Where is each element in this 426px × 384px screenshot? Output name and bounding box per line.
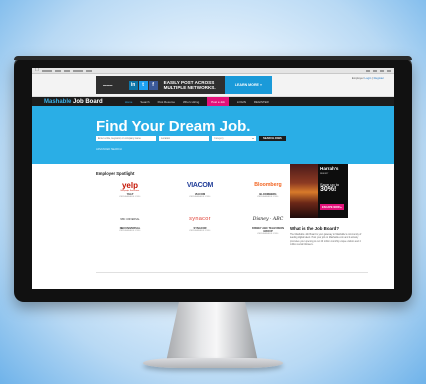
location-input[interactable] [159, 136, 209, 141]
view-jobs-link[interactable]: VIEW AVAILABLE JOBS › [181, 196, 219, 199]
nav-post-resume[interactable]: Post Resume [158, 100, 175, 104]
post-job-button[interactable]: Post a Job [207, 96, 229, 107]
search-row: Category SEARCH JOBS [96, 136, 286, 141]
site-logo[interactable]: Mashable Job Board [44, 99, 103, 105]
employer-logo: yelp [121, 180, 138, 190]
employer-card[interactable]: Bloomberg BLOOMBERG VIEW AVAILABLE JOBS … [249, 179, 287, 199]
status-icon[interactable] [380, 69, 384, 72]
ad-logo: ▬▬▬ [103, 83, 113, 87]
about-title: What is the Job Board? [290, 226, 340, 231]
social-icons: in t f [128, 80, 158, 90]
chevron-down-icon [252, 138, 254, 139]
nav-login[interactable]: LOGIN [237, 100, 246, 104]
ad-brand: Harrah's RESORT [320, 166, 339, 175]
menu-item[interactable] [54, 69, 61, 72]
escape-now-button[interactable]: ESCAPE NOW ▸ [320, 204, 344, 210]
linkedin-icon: in [128, 80, 138, 90]
status-icon[interactable] [373, 69, 377, 72]
spotlight-title: Employer Spotlight [96, 171, 135, 176]
monitor-bezel [14, 56, 412, 60]
about-box: What is the Job Board? The Mashable Job … [290, 226, 362, 248]
category-select[interactable]: Category [212, 136, 256, 141]
employer-card[interactable]: yelp Real people. Real reviews. YELP VIE… [111, 179, 149, 199]
menu-item[interactable] [63, 69, 70, 72]
about-body: The Mashable Job Board is your gateway t… [290, 234, 362, 247]
menu-item[interactable] [41, 69, 52, 72]
screen:  ▬▬▬ in t f EASILY POST ACROSS MULTIPLE… [32, 68, 394, 289]
view-jobs-link[interactable]: VIEW AVAILABLE JOBS › [111, 230, 149, 233]
divider [96, 272, 368, 273]
nav-whos-hiring[interactable]: Who's Hiring [183, 100, 199, 104]
employer-card[interactable]: VIACOM VIACOM VIEW AVAILABLE JOBS › [181, 179, 219, 199]
employer-logo: NBC UNIVERSAL [120, 217, 140, 221]
nav-home[interactable]: Home [125, 100, 133, 104]
monitor-base [143, 358, 283, 368]
nav-register[interactable]: REGISTER [254, 100, 269, 104]
employer-logo: VIACOM [186, 181, 214, 189]
view-jobs-link[interactable]: VIEW AVAILABLE JOBS › [111, 196, 149, 199]
main-content: Employer Spotlight yelp Real people. Rea… [32, 164, 394, 289]
view-jobs-link[interactable]: VIEW AVAILABLE JOBS › [249, 233, 287, 236]
employer-logo: Disney · ABC [252, 216, 284, 222]
apple-icon[interactable]:  [35, 68, 39, 73]
employer-label: Employer [351, 76, 364, 80]
ad-brand-sub: RESORT [320, 172, 329, 175]
twitter-icon: t [138, 80, 148, 90]
top-bar: ▬▬▬ in t f EASILY POST ACROSS MULTIPLE N… [32, 74, 394, 97]
ad-photo [290, 164, 318, 218]
menu-item[interactable] [72, 69, 83, 72]
employer-register-link[interactable]: Register [374, 76, 384, 80]
status-icon[interactable] [366, 69, 370, 72]
employer-logo: synacor [189, 216, 211, 222]
search-jobs-button[interactable]: SEARCH JOBS [259, 136, 286, 141]
facebook-icon: f [148, 80, 158, 90]
side-ad[interactable]: Harrah's RESORT Save up to 30%! ESCAPE N… [290, 164, 348, 218]
menu-item[interactable] [85, 69, 92, 72]
nav-search[interactable]: Search [140, 100, 149, 104]
ad-banner[interactable]: ▬▬▬ in t f EASILY POST ACROSS MULTIPLE N… [96, 76, 272, 94]
monitor-stand [166, 302, 258, 362]
category-select-value: Category [214, 137, 224, 140]
view-jobs-link[interactable]: VIEW AVAILABLE JOBS › [181, 230, 219, 233]
hero: Find Your Dream Job. Category SEARCH JOB… [32, 106, 394, 164]
status-icon[interactable] [387, 69, 391, 72]
employer-logo: Bloomberg [254, 182, 282, 188]
employer-links: Employer Login | Register [352, 76, 384, 80]
employer-card[interactable]: synacor SYNACOR VIEW AVAILABLE JOBS › [181, 213, 219, 233]
hero-title: Find Your Dream Job. [96, 118, 251, 135]
main-nav: Mashable Job Board Home Search Post Resu… [32, 96, 394, 107]
monitor:  ▬▬▬ in t f EASILY POST ACROSS MULTIPLE… [14, 56, 412, 302]
ad-offer-percent: 30%! [320, 186, 337, 193]
view-jobs-link[interactable]: VIEW AVAILABLE JOBS › [249, 196, 287, 199]
ad-offer: Save up to 30%! [320, 182, 339, 193]
advanced-search-link[interactable]: ADVANCED SEARCH [96, 148, 122, 151]
employer-card[interactable]: NBC UNIVERSAL NBCUNIVERSAL VIEW AVAILABL… [111, 213, 149, 233]
keyword-input[interactable] [96, 136, 156, 141]
employer-card[interactable]: Disney · ABC DISNEY ABC TELEVISION GROUP… [249, 213, 287, 236]
ad-headline: EASILY POST ACROSS MULTIPLE NETWORKS. [163, 80, 216, 90]
learn-more-button[interactable]: LEARN MORE » [224, 76, 272, 94]
